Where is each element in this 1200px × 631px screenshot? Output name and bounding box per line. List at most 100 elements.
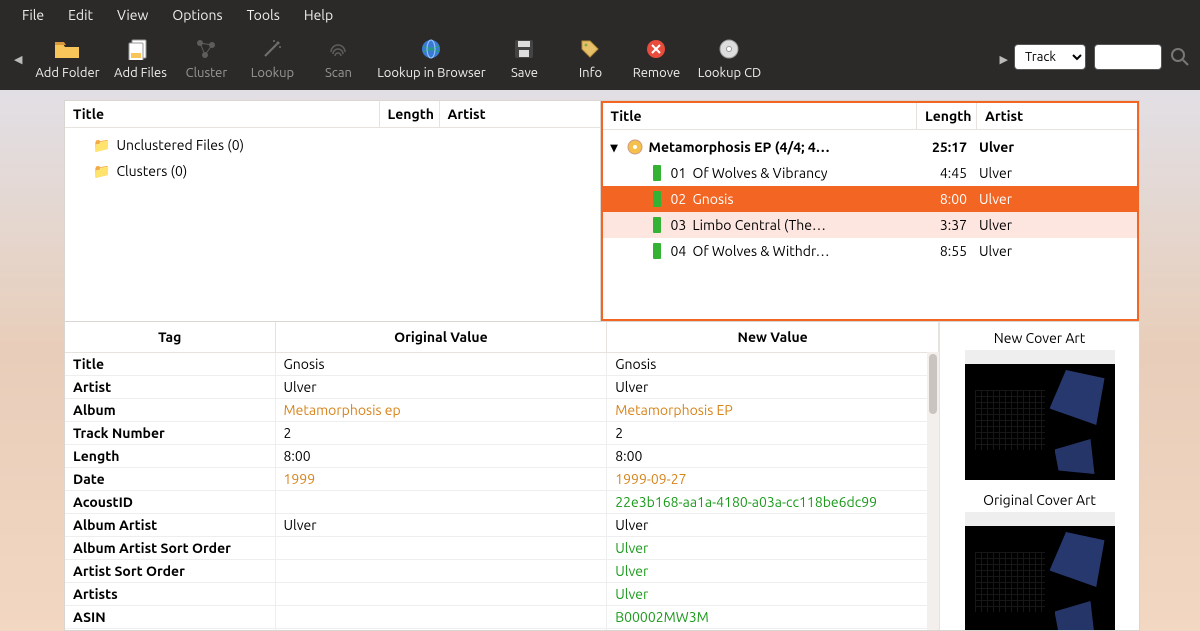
tag-name: Album Artist Sort Order [65, 537, 275, 560]
tag-original-value [275, 583, 607, 606]
menu-tools[interactable]: Tools [235, 1, 292, 29]
tag-table[interactable]: Tag Original Value New Value Title Gnosis… [65, 322, 939, 630]
menu-options[interactable]: Options [160, 1, 234, 29]
left-tree[interactable]: 📁 Unclustered Files (0) 📁 Clusters (0) [65, 128, 600, 188]
track-artist: Ulver [971, 217, 1131, 233]
info-button[interactable]: Info [558, 36, 622, 80]
tag-new-value: Ulver [607, 376, 939, 399]
remove-button[interactable]: Remove [624, 36, 688, 80]
tag-new-value: 8:00 [607, 445, 939, 468]
right-header-artist[interactable]: Artist [977, 103, 1137, 129]
main-content: Title Length Artist 📁 Unclustered Files … [64, 100, 1140, 631]
tag-row[interactable]: AlbumMetamorphosis epMetamorphosis EP [65, 399, 939, 422]
tag-header-tag[interactable]: Tag [65, 322, 275, 353]
tag-original-value [275, 491, 607, 514]
tag-row[interactable]: Length8:008:00 [65, 445, 939, 468]
track-row[interactable]: 02 Gnosis 8:00 Ulver [603, 186, 1138, 212]
tag-name: AcoustID [65, 491, 275, 514]
tag-row[interactable]: Date19991999-09-27 [65, 468, 939, 491]
album-length: 25:17 [917, 139, 971, 155]
folder-open-icon [53, 36, 81, 62]
track-length: 4:45 [917, 165, 971, 181]
save-button[interactable]: Save [492, 36, 556, 80]
right-header-title[interactable]: Title [603, 103, 918, 129]
tag-row[interactable]: ArtistUlverUlver [65, 376, 939, 399]
toolbar-overflow-left-icon[interactable]: ◀ [10, 53, 26, 80]
cluster-button[interactable]: Cluster [174, 36, 238, 80]
tag-original-value [275, 560, 607, 583]
tag-original-value: 2 [275, 422, 607, 445]
tag-new-value: 1999-09-27 [607, 468, 939, 491]
right-tree[interactable]: ▾ Metamorphosis EP (4/4; 4… 25:17 Ulver … [603, 130, 1138, 268]
right-header-length[interactable]: Length [917, 103, 977, 129]
tag-scrollbar[interactable] [927, 352, 939, 630]
tree-item-clusters[interactable]: 📁 Clusters (0) [65, 158, 600, 184]
save-icon [513, 36, 535, 62]
cluster-icon [195, 36, 217, 62]
track-status-icon [653, 217, 661, 233]
album-row[interactable]: ▾ Metamorphosis EP (4/4; 4… 25:17 Ulver [603, 134, 1138, 160]
menu-help[interactable]: Help [292, 1, 345, 29]
tree-item-unclustered[interactable]: 📁 Unclustered Files (0) [65, 132, 600, 158]
album-icon [627, 139, 643, 155]
add-files-button[interactable]: Add Files [108, 36, 172, 80]
original-cover-art[interactable] [965, 512, 1115, 630]
tag-row[interactable]: Artists Ulver [65, 583, 939, 606]
tag-name: Artist Sort Order [65, 560, 275, 583]
add-files-label: Add Files [114, 66, 167, 80]
tag-name: Barcode [65, 629, 275, 631]
scan-button[interactable]: Scan [306, 36, 370, 80]
tag-name: Artist [65, 376, 275, 399]
tag-new-value: Ulver [607, 537, 939, 560]
remove-icon [645, 36, 667, 62]
tag-row[interactable]: Artist Sort OrderUlver [65, 560, 939, 583]
tag-original-value [275, 606, 607, 629]
menubar: File Edit View Options Tools Help [0, 0, 1200, 30]
search-type-select[interactable]: Track [1014, 44, 1086, 70]
new-cover-art[interactable] [965, 350, 1115, 480]
tag-row[interactable]: Album ArtistUlverUlver [65, 514, 939, 537]
track-status-icon [653, 191, 661, 207]
tag-original-value: 8:00 [275, 445, 607, 468]
tag-name: Track Number [65, 422, 275, 445]
left-header-title[interactable]: Title [65, 101, 380, 127]
add-folder-button[interactable]: Add Folder [28, 36, 106, 80]
tag-name: ASIN [65, 606, 275, 629]
track-length: 3:37 [917, 217, 971, 233]
tag-row[interactable]: ASINB00002MW3M [65, 606, 939, 629]
tag-header-original[interactable]: Original Value [275, 322, 607, 353]
menu-file[interactable]: File [10, 1, 56, 29]
tag-row[interactable]: TitleGnosisGnosis [65, 353, 939, 376]
menu-edit[interactable]: Edit [56, 1, 105, 29]
tag-new-value: 7035538883064 [607, 629, 939, 631]
folder-icon: 📁 [93, 163, 110, 180]
left-header-artist[interactable]: Artist [440, 101, 600, 127]
menu-view[interactable]: View [105, 1, 160, 29]
lookup-button[interactable]: Lookup [240, 36, 304, 80]
track-row[interactable]: 04 Of Wolves & Withdr… 8:55 Ulver [603, 238, 1138, 264]
tag-header-new[interactable]: New Value [607, 322, 939, 353]
tag-name: Title [65, 353, 275, 376]
tag-new-value: Ulver [607, 583, 939, 606]
left-pane: Title Length Artist 📁 Unclustered Files … [65, 101, 601, 321]
tag-row[interactable]: AcoustID22e3b168-aa1a-4180-a03a-cc118be6… [65, 491, 939, 514]
original-cover-art-label: Original Cover Art [950, 492, 1129, 508]
track-row[interactable]: 03 Limbo Central (The… 3:37 Ulver [603, 212, 1138, 238]
search-icon[interactable] [1170, 47, 1190, 67]
lookup-cd-button[interactable]: Lookup CD [690, 36, 768, 80]
tag-name: Artists [65, 583, 275, 606]
lookup-cd-label: Lookup CD [698, 66, 762, 80]
globe-icon [420, 36, 442, 62]
tag-new-value: Metamorphosis EP [607, 399, 939, 422]
tag-row[interactable]: Barcode 7035538883064 [65, 629, 939, 631]
tag-row[interactable]: Track Number22 [65, 422, 939, 445]
tag-row[interactable]: Album Artist Sort Order Ulver [65, 537, 939, 560]
search-input[interactable] [1094, 44, 1162, 70]
expand-toggle-icon[interactable]: ▾ [611, 139, 627, 156]
lookup-in-browser-button[interactable]: Lookup in Browser [372, 36, 490, 80]
tag-name: Date [65, 468, 275, 491]
tag-new-value: Gnosis [607, 353, 939, 376]
track-row[interactable]: 01 Of Wolves & Vibrancy 4:45 Ulver [603, 160, 1138, 186]
toolbar-overflow-right-icon[interactable]: ▶ [996, 53, 1012, 80]
left-header-length[interactable]: Length [380, 101, 440, 127]
